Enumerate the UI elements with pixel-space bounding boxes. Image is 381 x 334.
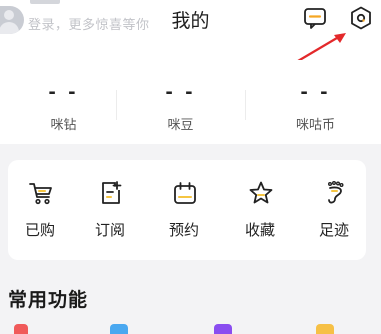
stat-value: - - <box>300 82 331 103</box>
shortcut-subscribe[interactable]: 订阅 <box>80 160 140 260</box>
shortcut-favorites[interactable]: 收藏 <box>230 160 290 260</box>
feature-icon[interactable] <box>214 324 232 334</box>
settings-icon[interactable] <box>350 6 372 30</box>
stat-label: 咪豆 <box>167 118 194 133</box>
stat-value: - - <box>48 82 79 103</box>
shortcuts-card: 已购 订阅 预约 收藏 足迹 <box>8 160 366 260</box>
message-icon[interactable] <box>303 6 327 30</box>
shortcut-purchased[interactable]: 已购 <box>10 160 70 260</box>
stat-midou[interactable]: - - 咪豆 <box>117 60 244 144</box>
footprint-icon <box>327 181 344 204</box>
cart-icon <box>29 183 52 205</box>
shortcut-footprint[interactable]: 足迹 <box>304 160 364 260</box>
shortcut-label: 收藏 <box>244 221 275 239</box>
calendar-icon <box>174 182 196 204</box>
stat-migubi[interactable]: - - 咪咕币 <box>252 60 379 144</box>
feature-icon[interactable] <box>110 324 128 334</box>
shortcut-label: 订阅 <box>94 221 125 239</box>
shortcut-reserve[interactable]: 预约 <box>154 160 214 260</box>
profile-page: 登录，更多惊喜等你 我的 - - 咪钻 - - 咪豆 - - 咪咕币 已购 订阅… <box>0 0 381 334</box>
divider <box>245 90 246 120</box>
stat-value: - - <box>165 82 196 103</box>
subscribe-icon <box>102 181 122 204</box>
shortcut-label: 已购 <box>24 221 55 239</box>
section-title: 常用功能 <box>8 289 89 311</box>
stat-mizuan[interactable]: - - 咪钻 <box>0 60 127 144</box>
stat-label: 咪咕币 <box>295 118 335 133</box>
feature-icon[interactable] <box>316 324 334 334</box>
stat-label: 咪钻 <box>50 118 77 133</box>
shortcut-label: 预约 <box>168 221 199 239</box>
username-placeholder <box>30 0 60 4</box>
star-icon <box>249 181 273 204</box>
feature-icon[interactable] <box>14 324 28 334</box>
shortcut-label: 足迹 <box>318 221 349 239</box>
wallet-stats: - - 咪钻 - - 咪豆 - - 咪咕币 <box>0 60 381 144</box>
